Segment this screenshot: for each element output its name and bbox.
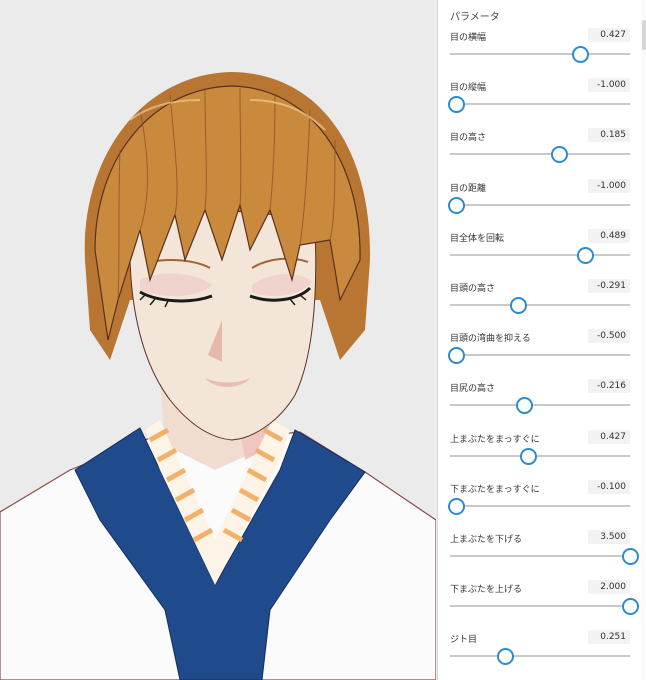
slider-thumb[interactable] bbox=[622, 548, 639, 565]
param-label: 下まぶたをまっすぐに bbox=[450, 484, 540, 495]
panel-scrollbar[interactable] bbox=[641, 0, 646, 680]
slider-thumb[interactable] bbox=[448, 196, 465, 214]
slider-track[interactable] bbox=[450, 203, 630, 206]
param-value-field[interactable]: 3.500 bbox=[588, 530, 630, 544]
param-value-field[interactable]: 0.489 bbox=[588, 228, 630, 243]
slider-thumb[interactable] bbox=[496, 648, 514, 666]
param-slider[interactable] bbox=[450, 245, 630, 265]
param-row: 目の高さ 0.185 bbox=[450, 128, 630, 170]
param-value-field[interactable]: 0.427 bbox=[588, 429, 630, 444]
scrollbar-thumb[interactable] bbox=[642, 20, 646, 50]
param-value-field[interactable]: -0.216 bbox=[588, 379, 630, 394]
slider-track[interactable] bbox=[450, 504, 630, 507]
param-row: 下まぶたを上げる 2.000 bbox=[450, 580, 639, 622]
slider-track[interactable] bbox=[450, 53, 630, 55]
param-label: 下まぶたを上げる bbox=[450, 585, 523, 596]
param-row: 下まぶたをまっすぐに -0.100 bbox=[448, 479, 630, 522]
param-slider[interactable] bbox=[450, 446, 630, 466]
slider-track[interactable] bbox=[450, 605, 630, 608]
slider-thumb[interactable] bbox=[572, 46, 590, 63]
param-value-field[interactable]: 0.251 bbox=[588, 630, 630, 645]
param-slider[interactable] bbox=[450, 395, 630, 415]
param-row: 目の縦幅 -1.000 bbox=[448, 78, 630, 120]
param-slider[interactable] bbox=[450, 646, 630, 666]
slider-thumb[interactable] bbox=[551, 146, 568, 164]
param-label: 目全体を回転 bbox=[450, 233, 505, 244]
param-row: 目の横幅 0.427 bbox=[450, 28, 630, 70]
param-slider[interactable] bbox=[450, 144, 630, 164]
param-row: 目頭の湾曲を抑える -0.500 bbox=[448, 329, 630, 371]
param-value-field[interactable]: -0.100 bbox=[588, 479, 630, 494]
character-viewport[interactable] bbox=[0, 0, 436, 680]
param-slider[interactable] bbox=[450, 596, 639, 616]
slider-track[interactable] bbox=[450, 655, 630, 658]
slider-track[interactable] bbox=[450, 454, 630, 457]
slider-track[interactable] bbox=[450, 153, 630, 156]
param-slider[interactable] bbox=[450, 546, 639, 566]
param-value-field[interactable]: -1.000 bbox=[588, 78, 630, 93]
slider-track[interactable] bbox=[450, 304, 630, 306]
param-row: 目全体を回転 0.489 bbox=[450, 228, 630, 271]
param-label: 目の縦幅 bbox=[450, 83, 487, 94]
param-label: 上まぶたを下げる bbox=[450, 535, 523, 545]
param-slider[interactable] bbox=[448, 195, 630, 215]
param-value-field[interactable]: -1.000 bbox=[588, 178, 630, 193]
slider-thumb[interactable] bbox=[448, 96, 465, 114]
param-slider[interactable] bbox=[450, 295, 630, 315]
param-slider[interactable] bbox=[450, 44, 630, 64]
param-row: ジト目 0.251 bbox=[450, 630, 630, 672]
param-row: 目尻の高さ -0.216 bbox=[450, 379, 630, 421]
slider-track[interactable] bbox=[450, 253, 630, 256]
param-value-field[interactable]: 0.427 bbox=[588, 28, 630, 42]
param-label: 目頭の高さ bbox=[450, 284, 496, 294]
slider-thumb[interactable] bbox=[519, 447, 537, 465]
param-value-field[interactable]: -0.500 bbox=[588, 329, 630, 344]
param-label: 目頭の湾曲を抑える bbox=[450, 334, 531, 345]
slider-thumb[interactable] bbox=[516, 397, 534, 415]
param-label: 目の高さ bbox=[450, 133, 487, 144]
slider-thumb[interactable] bbox=[448, 347, 465, 365]
param-label: 目の距離 bbox=[450, 183, 487, 194]
slider-track[interactable] bbox=[450, 354, 630, 357]
param-value-field[interactable]: 0.185 bbox=[588, 128, 630, 143]
param-value-field[interactable]: 2.000 bbox=[588, 580, 630, 595]
slider-thumb[interactable] bbox=[622, 598, 639, 616]
param-slider[interactable] bbox=[448, 94, 630, 114]
slider-thumb[interactable] bbox=[509, 297, 527, 314]
param-row: 目の距離 -1.000 bbox=[448, 178, 630, 221]
parameter-panel: パラメータ 目の横幅 0.427 目の縦幅 -1.000 目の高さ 0.185 目の距離 -1… bbox=[437, 0, 646, 680]
slider-track[interactable] bbox=[450, 555, 630, 557]
slider-thumb[interactable] bbox=[448, 497, 465, 515]
param-label: 目の横幅 bbox=[450, 33, 487, 43]
param-label: ジト目 bbox=[450, 635, 478, 646]
param-row: 目頭の高さ -0.291 bbox=[450, 279, 630, 321]
param-row: 上まぶたを下げる 3.500 bbox=[450, 530, 639, 572]
slider-track[interactable] bbox=[450, 404, 630, 407]
character-illustration bbox=[0, 72, 436, 680]
param-value-field[interactable]: -0.291 bbox=[588, 279, 630, 293]
param-row: 上まぶたをまっすぐに 0.427 bbox=[450, 429, 630, 472]
param-label: 目尻の高さ bbox=[450, 384, 496, 395]
param-slider[interactable] bbox=[448, 496, 630, 516]
slider-thumb[interactable] bbox=[577, 246, 595, 264]
param-label: 上まぶたをまっすぐに bbox=[450, 434, 540, 445]
panel-title: パラメータ bbox=[450, 12, 500, 23]
slider-track[interactable] bbox=[450, 103, 630, 106]
param-slider[interactable] bbox=[448, 345, 630, 365]
